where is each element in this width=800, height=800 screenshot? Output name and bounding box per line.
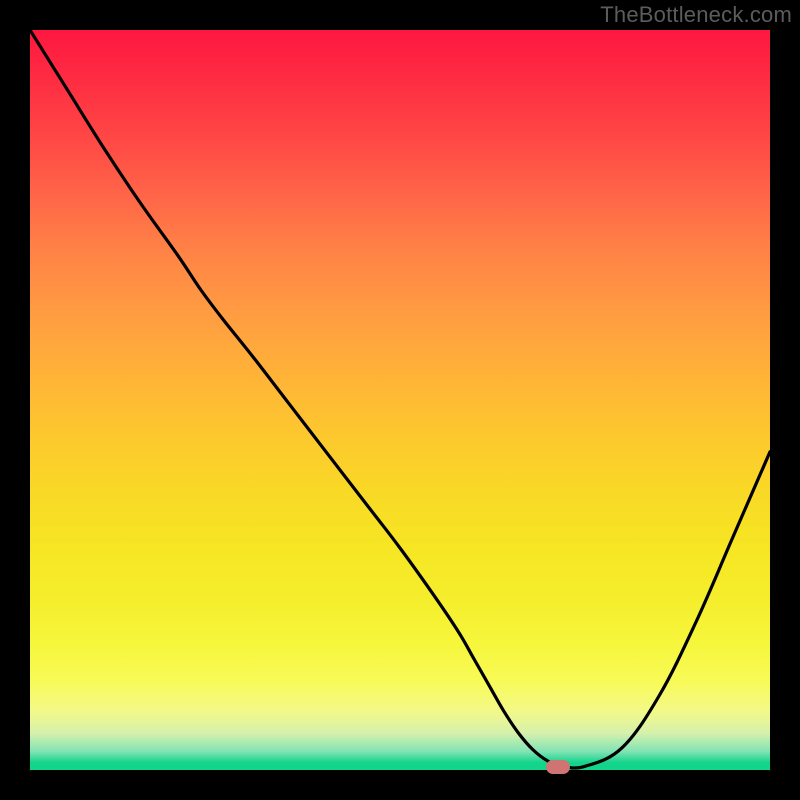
chart-frame: TheBottleneck.com bbox=[0, 0, 800, 800]
optimum-marker bbox=[546, 760, 570, 774]
watermark-text: TheBottleneck.com bbox=[600, 2, 792, 28]
plot-area bbox=[30, 30, 770, 770]
bottleneck-curve bbox=[30, 30, 770, 770]
